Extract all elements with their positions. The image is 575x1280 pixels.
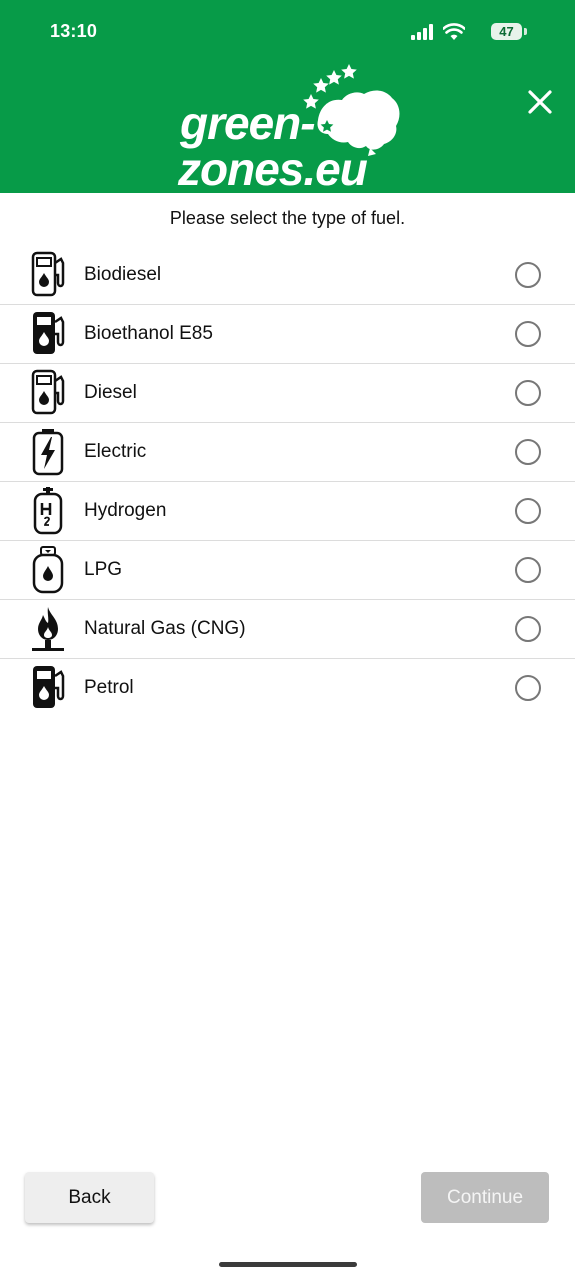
radio-button[interactable] [515,321,541,347]
fuel-option-petrol[interactable]: Petrol [0,659,575,717]
gas-cylinder-icon [32,546,64,594]
fuel-option-biodiesel[interactable]: Biodiesel [0,246,575,305]
fuel-label: Petrol [84,677,134,698]
radio-button[interactable] [515,439,541,465]
fuel-label: Bioethanol E85 [84,323,213,344]
flame-icon [32,607,64,651]
battery-bolt-icon [32,429,64,476]
radio-button[interactable] [515,557,541,583]
radio-button[interactable] [515,498,541,524]
green-zones-logo: green- zones.eu [170,58,410,192]
home-indicator[interactable] [219,1262,357,1267]
fuel-option-bioethanol-e85[interactable]: Bioethanol E85 [0,305,575,364]
fuel-option-natural-gas-cng[interactable]: Natural Gas (CNG) [0,600,575,659]
fuel-label: Hydrogen [84,500,167,521]
radio-button[interactable] [515,262,541,288]
cellular-signal-icon [411,24,433,40]
status-bar: 13:10 47 [0,0,575,62]
close-icon[interactable] [522,84,558,120]
fuel-label: LPG [84,559,123,580]
fuel-option-hydrogen[interactable]: Hydrogen [0,482,575,541]
fuel-pump-outline-icon [31,251,65,297]
fuel-type-list: Biodiesel Bioethanol E85 Diesel Electric [0,246,575,717]
fuel-option-diesel[interactable]: Diesel [0,364,575,423]
fuel-option-electric[interactable]: Electric [0,423,575,482]
back-button[interactable]: Back [25,1172,154,1223]
logo-text-zones: zones.eu [178,143,368,195]
fuel-pump-solid-icon [33,312,65,354]
fuel-label: Electric [84,441,147,462]
fuel-label: Diesel [84,382,137,403]
app-header: 13:10 47 green- zones.eu [0,0,575,193]
wifi-icon [443,23,465,40]
instruction-text: Please select the type of fuel. [169,208,406,228]
continue-button[interactable]: Continue [421,1172,549,1223]
battery-icon: 47 [491,23,527,40]
radio-button[interactable] [515,675,541,701]
status-time: 13:10 [50,21,98,41]
radio-button[interactable] [515,380,541,406]
fuel-pump-solid-icon [33,666,65,708]
fuel-pump-outline-icon [31,369,65,415]
battery-level: 47 [491,23,522,40]
status-icons: 47 [397,22,527,42]
fuel-label: Natural Gas (CNG) [84,618,246,639]
fuel-option-lpg[interactable]: LPG [0,541,575,600]
h2-cylinder-icon [33,487,63,535]
radio-button[interactable] [515,616,541,642]
battery-tip [524,28,527,35]
logo-text-green: green- [180,97,316,149]
fuel-label: Biodiesel [84,264,162,285]
